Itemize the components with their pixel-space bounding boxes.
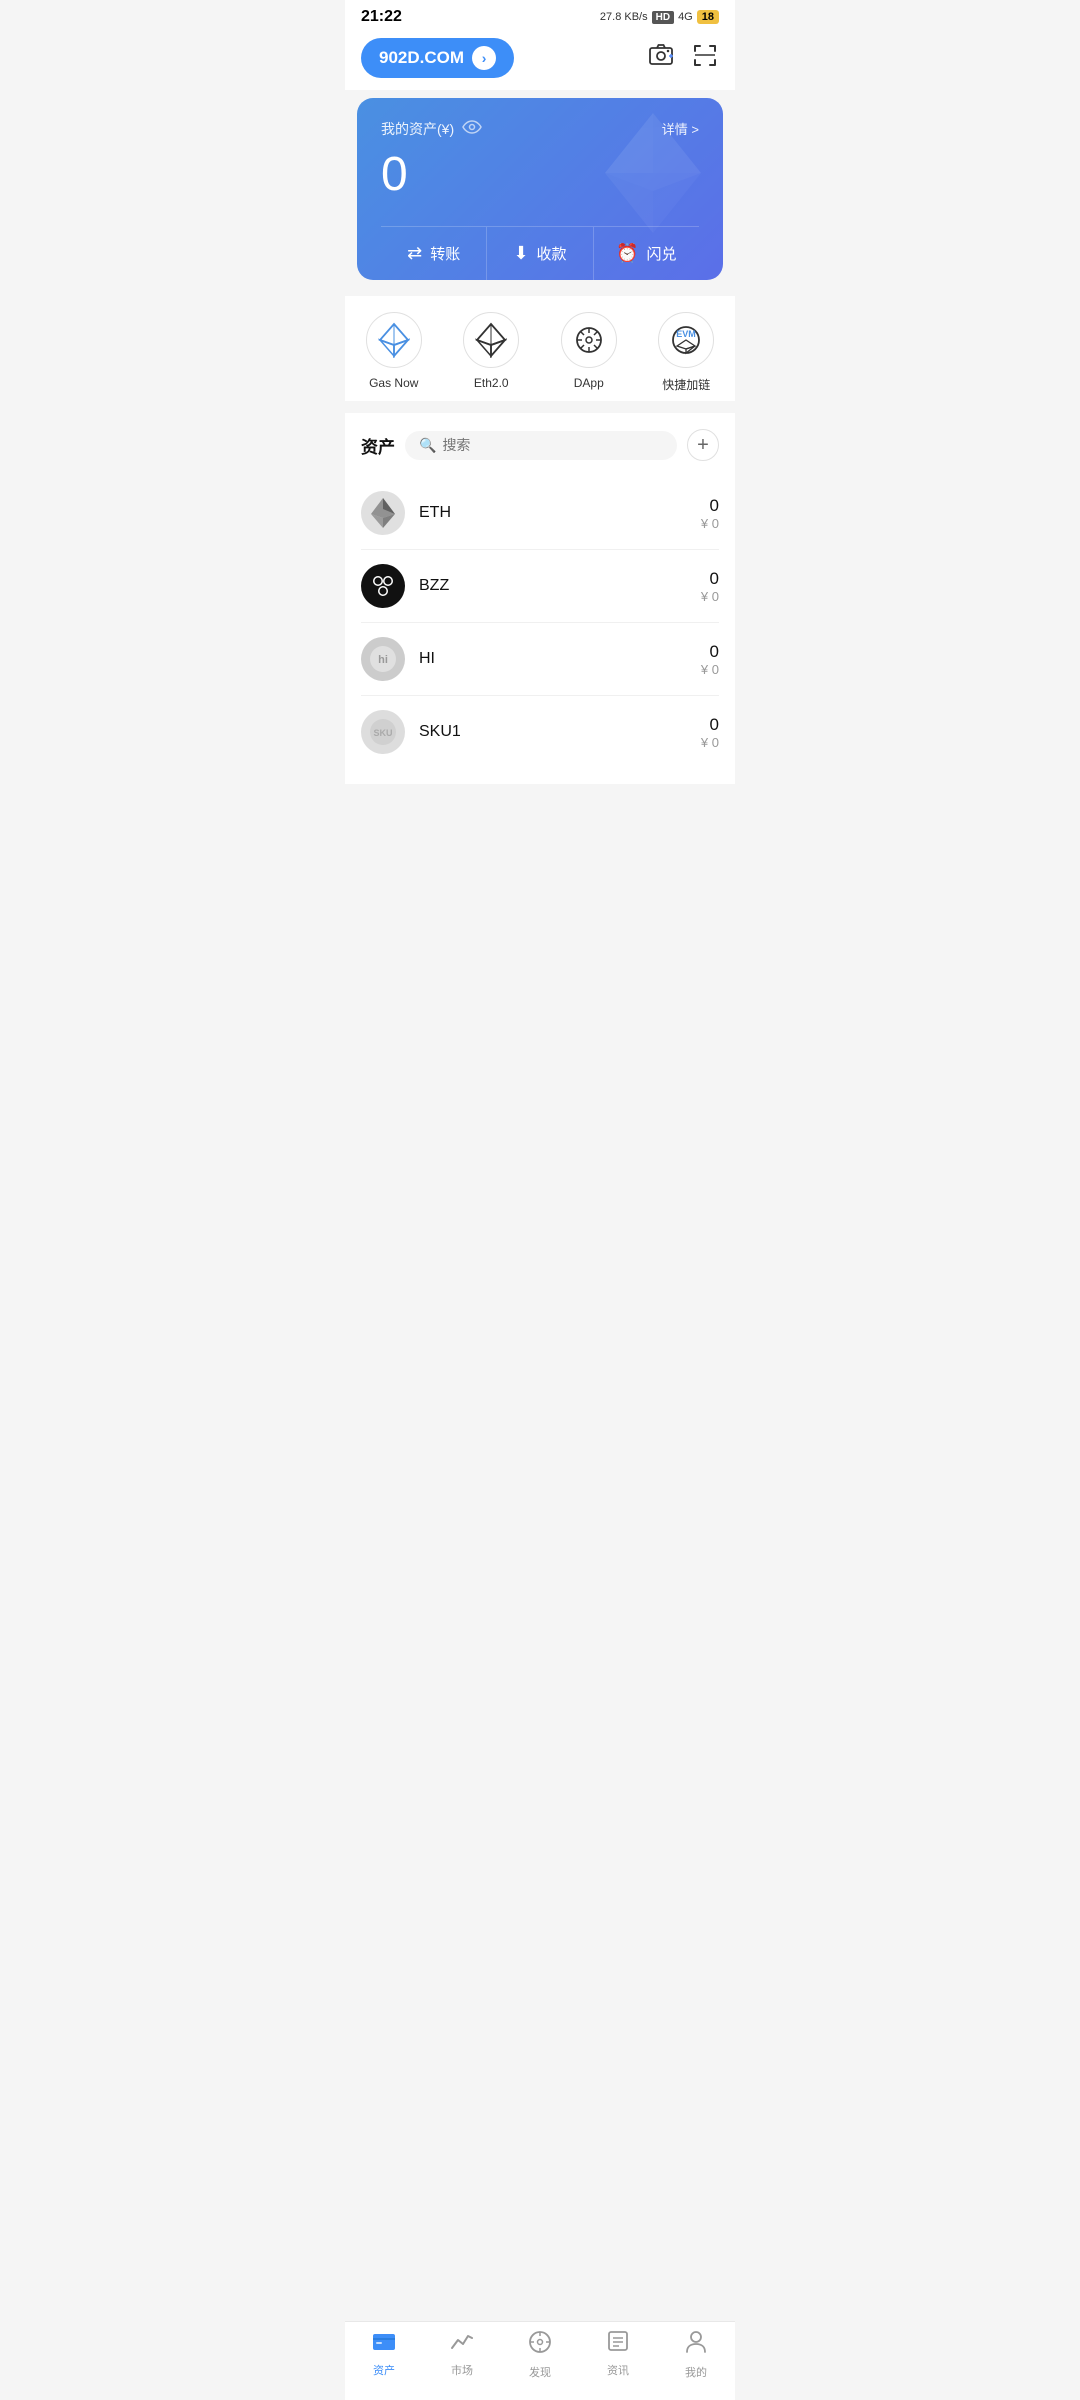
assets-nav-label: 资产 [373,2362,395,2378]
eth-token-values: 0 ¥ 0 [701,496,719,531]
flash-exchange-label: 闪兑 [647,243,677,264]
nav-item-news[interactable]: 资讯 [588,2330,648,2380]
mine-nav-label: 我的 [685,2364,707,2380]
sku1-amount: 0 [701,715,719,735]
nav-item-discover[interactable]: 发现 [510,2330,570,2380]
quick-item-dapp[interactable]: DApp [561,312,617,393]
logo-button[interactable]: 902D.COM › [361,38,514,78]
logo-arrow: › [472,46,496,70]
nav-item-mine[interactable]: 我的 [666,2330,726,2380]
bzz-token-logo [361,564,405,608]
mine-nav-icon [685,2330,707,2360]
hi-token-logo: hi [361,637,405,681]
quick-item-quick-chain[interactable]: EVM 快捷加链 [658,312,714,393]
quick-chain-icon: EVM [658,312,714,368]
eth-token-logo [361,491,405,535]
nav-item-assets[interactable]: 资产 [354,2330,414,2380]
status-bar: 21:22 27.8 KB/s HD 4G 18 [345,0,735,30]
discover-nav-label: 发现 [529,2364,551,2380]
battery-icon: 18 [697,10,719,24]
hi-cny: ¥ 0 [701,662,719,677]
token-item-bzz[interactable]: BZZ 0 ¥ 0 [361,550,719,623]
network-speed: 27.8 KB/s [600,11,648,23]
eth-watermark [603,113,703,238]
bzz-token-values: 0 ¥ 0 [701,569,719,604]
token-item-eth[interactable]: ETH 0 ¥ 0 [361,477,719,550]
sku1-token-logo: SKU [361,710,405,754]
gas-now-icon [366,312,422,368]
dapp-label: DApp [574,376,604,390]
eye-icon[interactable] [462,118,482,139]
svg-text:EVM: EVM [676,329,696,339]
hi-amount: 0 [701,642,719,662]
sku1-token-values: 0 ¥ 0 [701,715,719,750]
assets-section: 资产 🔍 + ETH 0 ¥ 0 [345,413,735,784]
market-nav-label: 市场 [451,2362,473,2378]
bzz-cny: ¥ 0 [701,589,719,604]
discover-nav-icon [528,2330,552,2360]
receive-button[interactable]: ⬇ 收款 [487,227,593,280]
eth2-label: Eth2.0 [474,376,509,390]
sku1-token-name: SKU1 [419,723,701,741]
search-bar: 🔍 [405,431,677,460]
eth-token-name: ETH [419,504,701,522]
eth-cny: ¥ 0 [701,516,719,531]
gas-now-label: Gas Now [369,376,418,390]
status-time: 21:22 [361,8,402,26]
assets-header: 资产 🔍 + [361,429,719,461]
eth2-icon [463,312,519,368]
receive-icon: ⬇ [513,243,528,264]
assets-title: 资产 [361,433,395,458]
transfer-button[interactable]: ⇄ 转账 [381,227,487,280]
add-asset-button[interactable]: + [687,429,719,461]
quick-menu: Gas Now Eth2.0 [345,296,735,401]
search-input[interactable] [442,437,502,453]
receive-label: 收款 [537,243,567,264]
flash-exchange-icon: ⏰ [616,243,638,264]
assets-nav-icon [372,2330,396,2358]
bzz-amount: 0 [701,569,719,589]
nav-item-market[interactable]: 市场 [432,2330,492,2380]
quick-item-eth2[interactable]: Eth2.0 [463,312,519,393]
search-icon: 🔍 [419,437,436,454]
hi-token-name: HI [419,650,701,668]
news-nav-label: 资讯 [607,2362,629,2378]
hi-token-values: 0 ¥ 0 [701,642,719,677]
market-nav-icon [450,2330,474,2358]
svg-text:hi: hi [378,654,388,666]
add-wallet-icon[interactable] [647,41,675,76]
svg-text:SKU: SKU [373,728,392,738]
status-icons: 27.8 KB/s HD 4G 18 [600,10,719,24]
quick-item-gas-now[interactable]: Gas Now [366,312,422,393]
signal-strength: 4G [678,11,693,23]
quick-chain-label: 快捷加链 [662,376,710,393]
logo-text: 902D.COM [379,48,464,68]
token-item-hi[interactable]: hi HI 0 ¥ 0 [361,623,719,696]
asset-label: 我的资产(¥) [381,119,454,139]
hd-badge: HD [652,11,674,24]
token-item-sku1[interactable]: SKU SKU1 0 ¥ 0 [361,696,719,768]
header-actions [647,41,719,76]
eth-amount: 0 [701,496,719,516]
header: 902D.COM › [345,30,735,90]
asset-label-row: 我的资产(¥) [381,118,482,139]
dapp-icon [561,312,617,368]
news-nav-icon [607,2330,629,2358]
scan-icon[interactable] [691,41,719,76]
asset-card: 我的资产(¥) 详情 > 0 [357,98,723,280]
bzz-token-name: BZZ [419,577,701,595]
transfer-icon: ⇄ [407,243,422,264]
sku1-cny: ¥ 0 [701,735,719,750]
bottom-nav: 资产 市场 发现 [345,2321,735,2400]
transfer-label: 转账 [430,243,460,264]
